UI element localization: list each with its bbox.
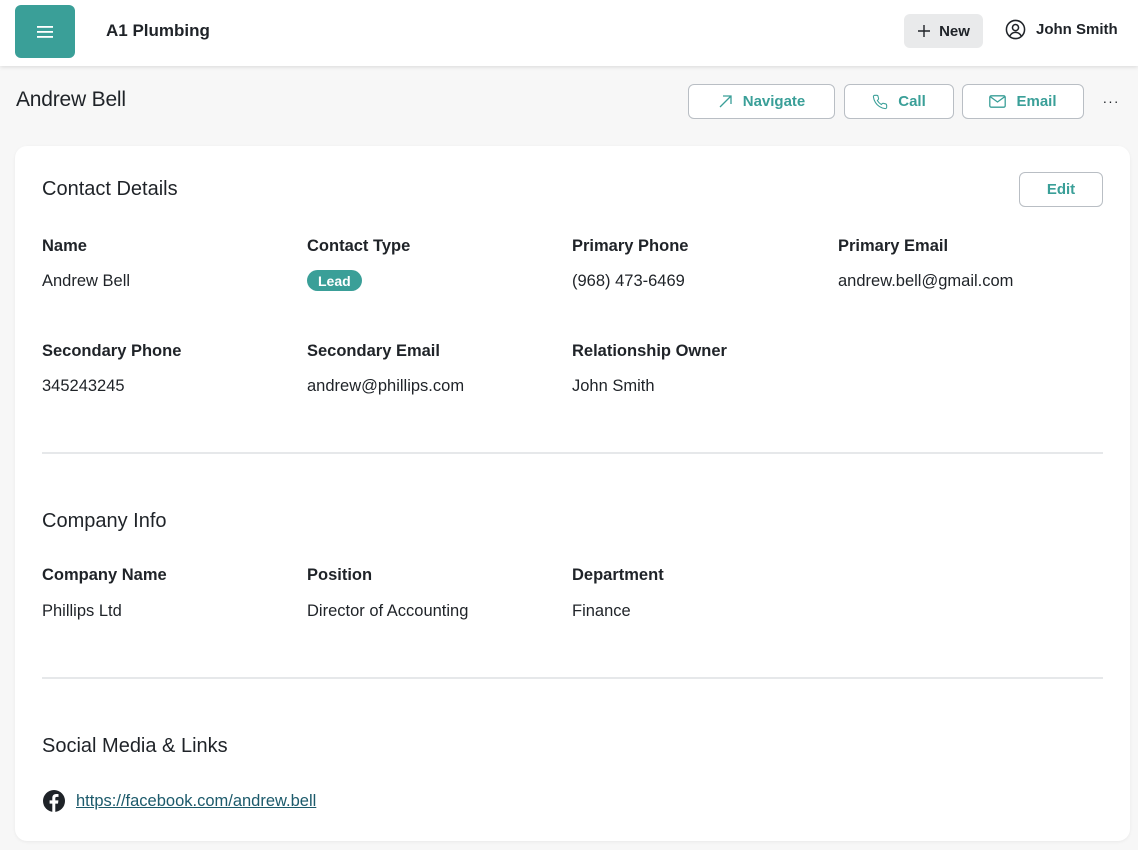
section-divider bbox=[42, 677, 1103, 679]
plus-icon bbox=[918, 25, 931, 37]
edit-button[interactable]: Edit bbox=[1019, 172, 1103, 207]
app-title: A1 Plumbing bbox=[106, 21, 210, 40]
new-button-label: New bbox=[939, 22, 970, 40]
contact-card: Contact Details Edit Name Andrew Bell Co… bbox=[15, 146, 1130, 841]
field-label-name: Name bbox=[42, 237, 87, 255]
field-value-name: Andrew Bell bbox=[42, 272, 131, 290]
field-value-company-name: Phillips Ltd bbox=[42, 602, 122, 620]
field-label-relationship-owner: Relationship Owner bbox=[572, 342, 727, 360]
field-label-contact-type: Contact Type bbox=[307, 237, 411, 255]
facebook-icon bbox=[43, 790, 65, 812]
email-button-label: Email bbox=[1016, 93, 1057, 110]
email-button[interactable]: Email bbox=[962, 84, 1084, 119]
user-circle-icon bbox=[1005, 19, 1026, 40]
field-label-secondary-phone: Secondary Phone bbox=[42, 342, 182, 360]
more-options-button[interactable]: ··· bbox=[1100, 92, 1122, 110]
social-link-row: https://facebook.com/andrew.bell bbox=[42, 789, 316, 813]
page-title: Andrew Bell bbox=[16, 88, 126, 111]
field-value-secondary-phone: 345243245 bbox=[42, 377, 125, 395]
section-divider bbox=[42, 452, 1103, 454]
field-value-primary-phone: (968) 473-6469 bbox=[572, 272, 685, 290]
user-menu[interactable]: John Smith bbox=[1005, 19, 1118, 40]
social-media-title: Social Media & Links bbox=[42, 735, 228, 757]
facebook-link[interactable]: https://facebook.com/andrew.bell bbox=[76, 792, 316, 811]
field-label-secondary-email: Secondary Email bbox=[307, 342, 440, 360]
field-value-secondary-email: andrew@phillips.com bbox=[307, 377, 465, 395]
mail-icon bbox=[989, 95, 1007, 108]
field-value-department: Finance bbox=[572, 602, 631, 620]
field-label-company-name: Company Name bbox=[42, 566, 167, 584]
contact-details-title: Contact Details bbox=[42, 178, 178, 200]
hamburger-menu-button[interactable] bbox=[15, 5, 75, 58]
field-value-primary-email: andrew.bell@gmail.com bbox=[838, 272, 1014, 290]
top-bar: A1 Plumbing New John Smith bbox=[0, 0, 1138, 66]
field-label-primary-email: Primary Email bbox=[838, 237, 949, 255]
navigate-button[interactable]: Navigate bbox=[688, 84, 835, 119]
user-name: John Smith bbox=[1036, 21, 1118, 38]
company-info-title: Company Info bbox=[42, 510, 167, 532]
arrow-up-right-icon bbox=[719, 95, 732, 108]
field-value-position: Director of Accounting bbox=[307, 602, 469, 620]
new-button[interactable]: New bbox=[904, 14, 983, 48]
field-label-position: Position bbox=[307, 566, 373, 584]
call-button-label: Call bbox=[898, 93, 926, 110]
navigate-button-label: Navigate bbox=[742, 93, 806, 110]
field-label-department: Department bbox=[572, 566, 664, 584]
field-label-primary-phone: Primary Phone bbox=[572, 237, 689, 255]
call-button[interactable]: Call bbox=[844, 84, 954, 119]
phone-icon bbox=[873, 94, 888, 109]
contact-type-badge: Lead bbox=[307, 270, 362, 291]
hamburger-icon bbox=[37, 25, 53, 38]
field-value-relationship-owner: John Smith bbox=[572, 377, 655, 395]
